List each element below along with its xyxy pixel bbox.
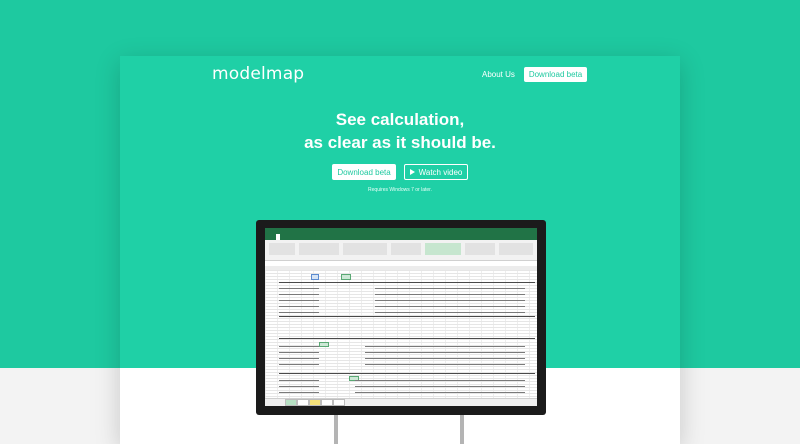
nav-download-button[interactable]: Download beta [524,67,587,82]
monitor-stand-right [460,415,464,444]
spreadsheet-row [279,392,319,393]
sheet-tab [285,399,297,406]
spreadsheet-row [355,392,525,393]
ribbon-group [425,243,461,255]
ribbon-group [343,243,387,255]
play-icon [409,169,415,175]
spreadsheet-row [279,346,319,347]
excel-ribbon [265,240,537,261]
sheet-tab [333,399,345,406]
nav-about-link[interactable]: About Us [482,70,515,79]
ribbon-group [499,243,533,255]
system-requirements: Requires Windows 7 or later. [368,187,432,193]
ribbon-group [269,243,295,255]
spreadsheet-row [279,364,319,365]
hero-headline-line2: as clear as it should be. [304,133,496,152]
spreadsheet-row [279,386,319,387]
spreadsheet-row [375,312,525,313]
sheet-tab [297,399,309,406]
brand-logo[interactable]: modelmap [212,64,304,84]
spreadsheet-row [279,306,319,307]
spreadsheet-row [279,352,319,353]
spreadsheet-screenshot [265,228,537,406]
highlight-cell [341,274,351,280]
spreadsheet-row [365,364,525,365]
ribbon-group [391,243,421,255]
spreadsheet-row [355,380,525,381]
spreadsheet-row [375,300,525,301]
spreadsheet-row [355,386,525,387]
section-divider [279,316,535,317]
spreadsheet-row [279,300,319,301]
sheet-tab [309,399,321,406]
spreadsheet-row [365,358,525,359]
spreadsheet-row [279,312,319,313]
spreadsheet-row [279,288,319,289]
monitor-frame [256,220,546,415]
spreadsheet-row [375,288,525,289]
spreadsheet-row [375,306,525,307]
spreadsheet-row [365,352,525,353]
highlight-cell [311,274,319,280]
spreadsheet-row [375,294,525,295]
hero-download-button[interactable]: Download beta [332,164,396,180]
spreadsheet-row [279,380,319,381]
spreadsheet-row [365,346,525,347]
excel-cell-grid [265,270,537,398]
spreadsheet-row [279,358,319,359]
sheet-tab [321,399,333,406]
highlight-cell [319,342,329,347]
section-divider [279,373,535,374]
section-divider [279,338,535,339]
section-divider [279,282,535,283]
watch-video-label: Watch video [418,167,463,177]
hero-headline-line1: See calculation, [335,110,465,129]
spreadsheet-row [279,294,319,295]
hero-headline: See calculation, as clear as it should b… [120,108,680,154]
watch-video-button[interactable]: Watch video [404,164,468,180]
ribbon-group [299,243,339,255]
ribbon-group [465,243,495,255]
landing-card: modelmap About Us Download beta See calc… [120,56,680,444]
monitor-stand-left [334,415,338,444]
